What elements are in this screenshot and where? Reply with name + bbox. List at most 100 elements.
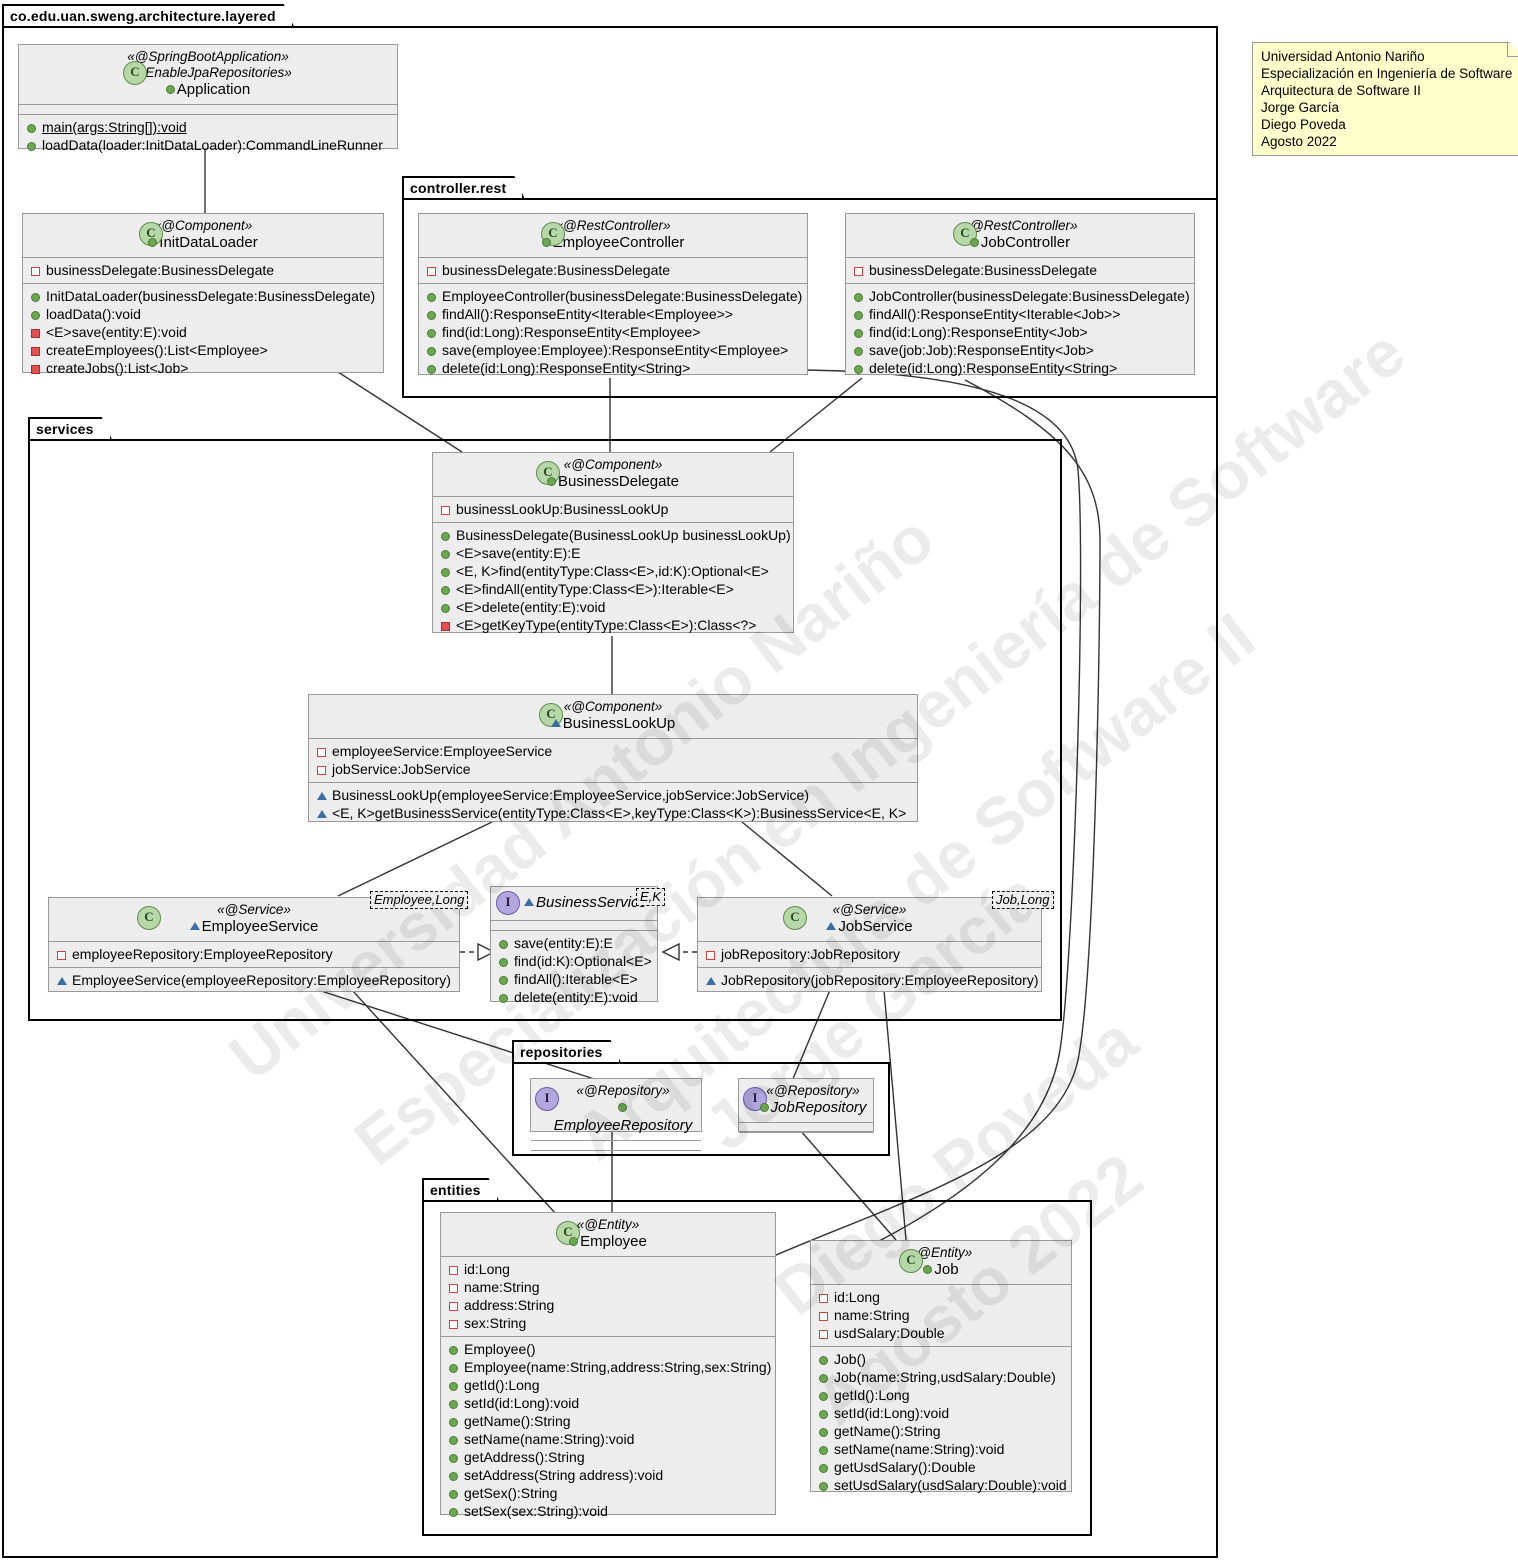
operation-row: BusinessDelegate(BusinessLookUp business…	[439, 526, 791, 544]
interface-job-repository[interactable]: I «@Repository» JobRepository	[738, 1078, 874, 1133]
package-tab-repositories: repositories	[512, 1040, 621, 1062]
operation-row: delete(entity:E):void	[497, 988, 651, 1006]
attribute-row: name:String	[447, 1278, 769, 1296]
stereotype-1: «@Entity»	[576, 1217, 640, 1232]
note-line-2: Especialización en Ingeniería de Softwar…	[1261, 66, 1513, 81]
operation-row: <E>findAll(entityType:Class<E>):Iterable…	[439, 580, 787, 598]
class-icon: C	[783, 906, 807, 930]
visibility-dot	[569, 1236, 579, 1246]
operation-row: find(id:K):Optional<E>	[497, 952, 652, 970]
operation-row: find(id:Long):ResponseEntity<Employee>	[425, 323, 801, 341]
attribute-row: sex:String	[447, 1314, 769, 1332]
operations-section: JobController(businessDelegate:BusinessD…	[846, 283, 1194, 381]
visibility-triangle	[550, 719, 561, 728]
template-params-business-service: E,K	[636, 888, 665, 906]
operation-row: Employee(name:String,address:String,sex:…	[447, 1358, 771, 1376]
operations-section: EmployeeService(employeeRepository:Emplo…	[49, 967, 459, 993]
class-application[interactable]: C «@SpringBootApplication» «@EnableJpaRe…	[18, 44, 398, 153]
attributes-section: businessDelegate:BusinessDelegate	[419, 257, 807, 283]
operation-row: save(job:Job):ResponseEntity<Job>	[852, 341, 1188, 359]
operation-row: getName():String	[447, 1412, 769, 1430]
operation-row: setId(id:Long):void	[817, 1404, 1065, 1422]
operation-row: EmployeeController(businessDelegate:Busi…	[425, 287, 802, 305]
operation-row: delete(id:Long):ResponseEntity<String>	[852, 359, 1188, 377]
stereotype-1: «@Component»	[563, 699, 663, 714]
operation-row: JobRepository(jobRepository:EmployeeRepo…	[704, 971, 1038, 989]
operation-row: Job()	[817, 1350, 1065, 1368]
class-employee-service[interactable]: C «@Service» EmployeeService employeeRep…	[48, 897, 460, 992]
operation-row: findAll():ResponseEntity<Iterable<Employ…	[425, 305, 801, 323]
stereotype-1: «@RestController»	[962, 218, 1078, 233]
attribute-row: businessDelegate:BusinessDelegate	[29, 261, 377, 279]
operation-row: find(id:Long):ResponseEntity<Job>	[852, 323, 1188, 341]
class-employee-controller[interactable]: C «@RestController» EmployeeController b…	[418, 213, 808, 377]
attribute-row: id:Long	[817, 1288, 1065, 1306]
operation-row: EmployeeService(employeeRepository:Emplo…	[55, 971, 453, 989]
attribute-row: address:String	[447, 1296, 769, 1314]
operation-row: BusinessLookUp(employeeService:EmployeeS…	[315, 786, 911, 804]
attributes-section	[739, 1122, 873, 1132]
note-line-5: Diego Poveda	[1261, 117, 1346, 132]
attribute-row: employeeService:EmployeeService	[315, 742, 911, 760]
stereotype-2: «@EnableJpaRepositories»	[124, 65, 292, 80]
attributes-section: businessDelegate:BusinessDelegate	[23, 257, 383, 283]
stereotype-1: «@Component»	[153, 218, 253, 233]
class-employee[interactable]: C «@Entity» Employee id:Long name:String…	[440, 1212, 776, 1519]
class-job-service[interactable]: C «@Service» JobService jobRepository:Jo…	[697, 897, 1042, 992]
operation-row: Job(name:String,usdSalary:Double)	[817, 1368, 1065, 1386]
interface-name: BusinessService	[536, 894, 647, 912]
visibility-dot	[969, 237, 979, 247]
attributes-section: id:Long name:String usdSalary:Double	[811, 1284, 1071, 1346]
operation-row: createEmployees():List<Employee>	[29, 341, 377, 359]
operation-row: JobController(businessDelegate:BusinessD…	[852, 287, 1190, 305]
template-params-employee-service: Employee,Long	[370, 891, 469, 909]
class-header: C «@Entity» Job	[811, 1241, 1071, 1284]
operations-section: main(args:String[]):void loadData(loader…	[19, 114, 397, 158]
interface-name: EmployeeRepository	[551, 1099, 695, 1135]
interface-business-service[interactable]: I BusinessService save(entity:E):E find(i…	[490, 886, 658, 1005]
attributes-section: jobRepository:JobRepository	[698, 941, 1041, 967]
class-job[interactable]: C «@Entity» Job id:Long name:String usdS…	[810, 1240, 1072, 1493]
class-init-data-loader[interactable]: C «@Component» InitDataLoader businessDe…	[22, 213, 384, 376]
operation-row: setName(name:String):void	[447, 1430, 769, 1448]
attribute-row: usdSalary:Double	[817, 1324, 1065, 1342]
operation-row: getUsdSalary():Double	[817, 1458, 1065, 1476]
operations-section	[531, 1150, 701, 1160]
attributes-section: id:Long name:String address:String sex:S…	[441, 1256, 775, 1336]
class-header: C «@Component» BusinessDelegate	[433, 453, 793, 496]
interface-header: I «@Repository» JobRepository	[739, 1079, 873, 1122]
class-header: C «@RestController» EmployeeController	[419, 214, 807, 257]
class-business-lookup[interactable]: C «@Component» BusinessLookUp employeeSe…	[308, 694, 918, 822]
class-name: BusinessDelegate	[439, 473, 787, 491]
note-line-1: Universidad Antonio Nariño	[1261, 49, 1425, 64]
class-name: Application	[25, 81, 391, 99]
operation-row: setName(name:String):void	[817, 1440, 1065, 1458]
interface-header: I BusinessService	[491, 887, 657, 920]
attributes-section: employeeRepository:EmployeeRepository	[49, 941, 459, 967]
package-tab-entities: entities	[422, 1178, 499, 1200]
visibility-triangle	[826, 922, 837, 931]
class-name: EmployeeService	[55, 918, 453, 936]
attribute-row: jobService:JobService	[315, 760, 911, 778]
visibility-dot	[547, 476, 557, 486]
operation-row: InitDataLoader(businessDelegate:Business…	[29, 287, 377, 305]
interface-icon: I	[496, 891, 520, 915]
visibility-dot	[617, 1102, 627, 1112]
attributes-section	[19, 104, 397, 114]
stereotype-1: «@Entity»	[909, 1245, 973, 1260]
operation-row: delete(id:Long):ResponseEntity<String>	[425, 359, 801, 377]
class-name: BusinessLookUp	[315, 715, 911, 733]
interface-employee-repository[interactable]: I «@Repository» EmployeeRepository	[530, 1078, 702, 1151]
note-line-4: Jorge García	[1261, 100, 1340, 115]
stereotype-1: «@Component»	[563, 457, 663, 472]
operations-section: BusinessDelegate(BusinessLookUp business…	[433, 522, 793, 638]
attribute-row: businessLookUp:BusinessLookUp	[439, 500, 787, 518]
interface-name: JobRepository	[759, 1099, 867, 1117]
visibility-triangle	[524, 898, 534, 906]
class-header: C «@Service» JobService	[698, 898, 1041, 941]
attribute-row: employeeRepository:EmployeeRepository	[55, 945, 453, 963]
class-job-controller[interactable]: C «@RestController» JobController busine…	[845, 213, 1195, 376]
class-business-delegate[interactable]: C «@Component» BusinessDelegate business…	[432, 452, 794, 633]
attribute-row: businessDelegate:BusinessDelegate	[852, 261, 1188, 279]
operation-row: save(entity:E):E	[497, 934, 651, 952]
